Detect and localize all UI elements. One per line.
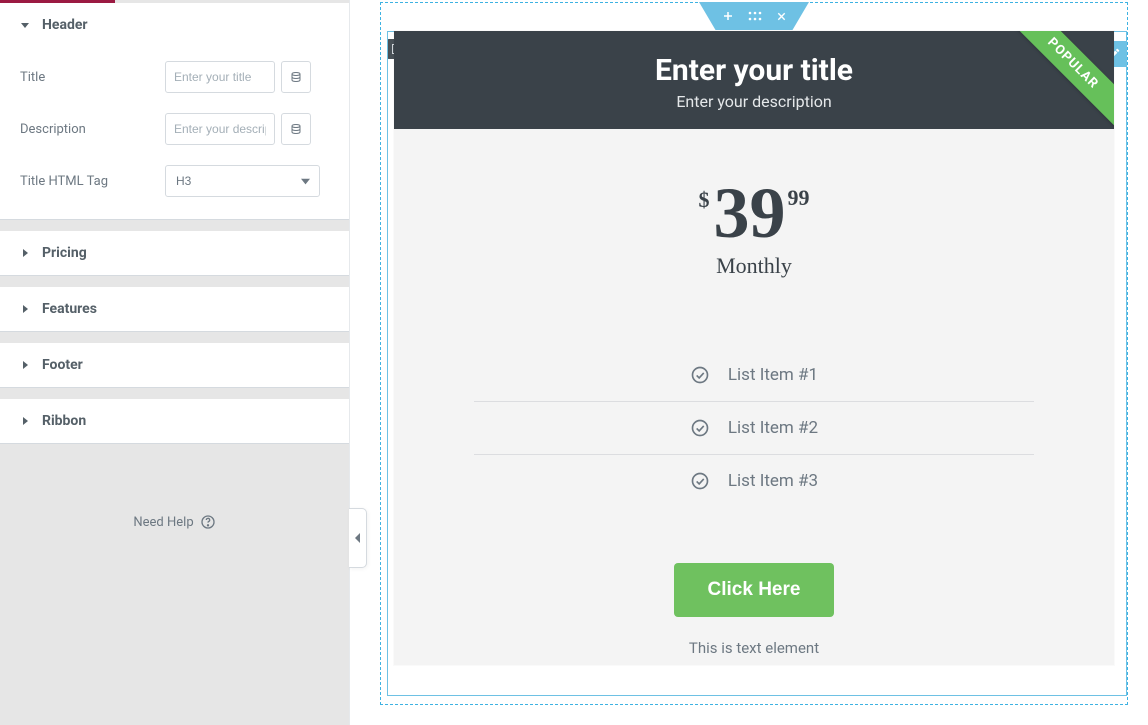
- footer-text: This is text element: [404, 639, 1104, 657]
- price-period: Monthly: [404, 253, 1104, 279]
- control-title: Title: [0, 51, 349, 103]
- html-tag-select[interactable]: H3: [165, 165, 320, 197]
- delete-section-button[interactable]: [776, 11, 787, 22]
- sidebar-collapse-handle[interactable]: [349, 508, 367, 568]
- label-html-tag: Title HTML Tag: [20, 174, 165, 189]
- drag-handle-icon[interactable]: [748, 11, 762, 21]
- need-help-link[interactable]: Need Help: [133, 514, 215, 530]
- price-amount: 39: [714, 177, 786, 249]
- section-footer-toggle[interactable]: Footer: [0, 343, 349, 387]
- section-features: Features: [0, 287, 349, 332]
- title-input[interactable]: [165, 61, 275, 93]
- section-ribbon: Ribbon: [0, 399, 349, 444]
- cta-button[interactable]: Click Here: [674, 563, 835, 617]
- check-circle-icon: [690, 471, 710, 491]
- caret-right-icon: [20, 248, 30, 258]
- caret-right-icon: [20, 360, 30, 370]
- section-ribbon-toggle[interactable]: Ribbon: [0, 399, 349, 443]
- help-area: Need Help: [0, 444, 349, 725]
- section-title: Features: [42, 301, 97, 317]
- section-features-toggle[interactable]: Features: [0, 287, 349, 331]
- check-circle-icon: [690, 365, 710, 385]
- section-header: Header Title Description: [0, 3, 349, 220]
- section-title: Header: [42, 17, 88, 33]
- feature-label: List Item #3: [728, 471, 818, 491]
- canvas-section[interactable]: POPULAR Enter your title Enter your desc…: [380, 2, 1128, 705]
- section-pricing-toggle[interactable]: Pricing: [0, 231, 349, 275]
- dynamic-tags-button[interactable]: [281, 113, 311, 145]
- currency-symbol: $: [699, 187, 710, 213]
- control-html-tag: Title HTML Tag H3: [0, 155, 349, 207]
- feature-item: List Item #3: [474, 455, 1034, 507]
- card-title: Enter your title: [404, 53, 1104, 88]
- card-description: Enter your description: [404, 92, 1104, 111]
- caret-down-icon: [20, 20, 30, 30]
- description-input[interactable]: [165, 113, 275, 145]
- editor-sidebar: Header Title Description: [0, 0, 350, 725]
- add-section-button[interactable]: [722, 10, 734, 22]
- pricing-table-widget[interactable]: POPULAR Enter your title Enter your desc…: [394, 31, 1114, 665]
- section-title: Ribbon: [42, 413, 86, 429]
- dynamic-tags-button[interactable]: [281, 61, 311, 93]
- section-header-toggle[interactable]: Header: [0, 3, 349, 47]
- price-block: $ 39 99 Monthly: [394, 129, 1114, 289]
- feature-label: List Item #2: [728, 418, 818, 438]
- section-pricing: Pricing: [0, 231, 349, 276]
- label-description: Description: [20, 122, 165, 137]
- feature-label: List Item #1: [728, 365, 818, 385]
- feature-item: List Item #2: [474, 402, 1034, 455]
- section-title: Pricing: [42, 245, 87, 261]
- price-cents: 99: [788, 185, 810, 211]
- help-icon: [200, 514, 216, 530]
- section-title: Footer: [42, 357, 83, 373]
- features-list: List Item #1 List Item #2 List Item #3: [394, 289, 1114, 517]
- section-footer: Footer: [0, 343, 349, 388]
- caret-right-icon: [20, 304, 30, 314]
- caret-right-icon: [20, 416, 30, 426]
- help-label: Need Help: [133, 515, 193, 530]
- card-footer: Click Here This is text element: [394, 517, 1114, 665]
- feature-item: List Item #1: [474, 349, 1034, 402]
- section-header-body: Title Description: [0, 47, 349, 219]
- editor-canvas: POPULAR Enter your title Enter your desc…: [350, 0, 1148, 725]
- control-description: Description: [0, 103, 349, 155]
- card-header: Enter your title Enter your description: [394, 31, 1114, 129]
- label-title: Title: [20, 70, 165, 85]
- check-circle-icon: [690, 418, 710, 438]
- section-toolbar: [699, 2, 809, 30]
